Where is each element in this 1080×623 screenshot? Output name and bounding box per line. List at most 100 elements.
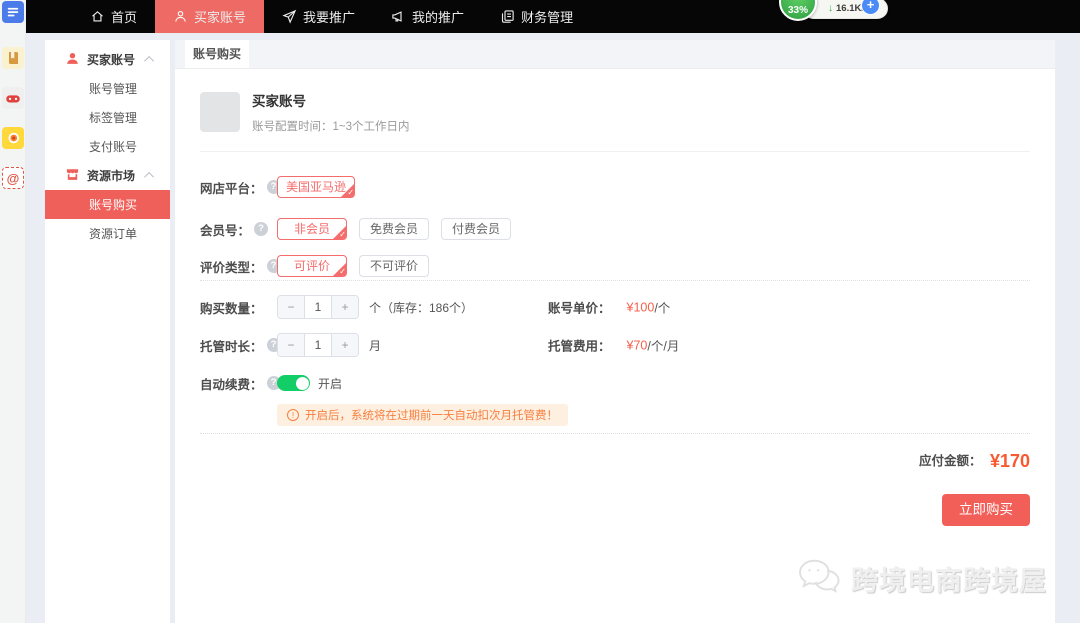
gamepad-icon[interactable]: [2, 87, 24, 109]
review-label-wrap: 评价类型： ?: [200, 257, 277, 276]
sidebar-group-buyer-account[interactable]: 买家账号: [45, 45, 170, 74]
membership-row: 会员号： ? 非会员 ✓ 免费会员 付费会员: [200, 218, 1030, 240]
duration-plus-button[interactable]: +: [332, 334, 358, 356]
hosting-fee-label: 托管费用：: [548, 336, 611, 355]
platform-label-wrap: 网店平台： ?: [200, 178, 277, 197]
nav-item-label: 我要推广: [303, 7, 355, 26]
tab-account-purchase[interactable]: 账号购买: [185, 40, 249, 68]
unit-price-value: ¥100: [627, 300, 655, 314]
sidebar-item-account-purchase[interactable]: 账号购买: [45, 190, 170, 219]
product-subtitle: 账号配置时间：1~3个工作日内: [252, 118, 410, 134]
watermark-text: 跨境电商跨境屋: [851, 559, 1047, 598]
wechat-bubbles-icon: [795, 556, 845, 601]
duration-minus-button[interactable]: −: [278, 334, 304, 356]
nav-item-promote[interactable]: 我要推广: [264, 0, 373, 33]
quantity-minus-button[interactable]: −: [278, 296, 304, 318]
tab-bar: 账号购买: [175, 40, 1055, 69]
option-paid-member[interactable]: 付费会员: [441, 218, 511, 240]
nav-item-finance[interactable]: 财务管理: [482, 0, 591, 33]
sidebar-item-label: 支付账号: [89, 138, 137, 155]
option-label: 免费会员: [370, 222, 418, 236]
auto-renew-toggle[interactable]: [277, 375, 310, 391]
quantity-stepper: − 1 +: [277, 295, 359, 319]
product-image-placeholder: [200, 92, 240, 132]
option-label: 不可评价: [370, 259, 418, 273]
nav-item-home[interactable]: 首页: [72, 0, 155, 33]
membership-label-wrap: 会员号： ?: [200, 220, 277, 239]
speed-monitor-widget: ↓ 16.1K/s 33% +: [783, 0, 903, 26]
membership-label: 会员号：: [200, 220, 250, 239]
help-icon[interactable]: ?: [254, 222, 268, 236]
nav-item-label: 财务管理: [521, 7, 573, 26]
unit-price-block: 账号单价： ¥100 /个: [548, 298, 670, 317]
toggle-knob: [296, 377, 309, 390]
at-icon[interactable]: @: [2, 167, 24, 189]
auto-renew-label-wrap: 自动续费： ?: [200, 374, 277, 393]
download-arrow-icon: ↓: [828, 3, 833, 14]
duration-stepper: − 1 +: [277, 333, 359, 357]
payment-summary: 应付金额： ¥170: [200, 434, 1030, 472]
option-non-member[interactable]: 非会员 ✓: [277, 218, 347, 240]
quantity-label-wrap: 购买数量：: [200, 298, 277, 317]
auto-renew-label: 自动续费：: [200, 374, 263, 393]
shop-icon: [65, 167, 80, 185]
platform-row: 网店平台： ? 美国亚马逊 ✓: [200, 176, 1030, 198]
watermark: 跨境电商跨境屋: [795, 556, 1047, 601]
quantity-plus-button[interactable]: +: [332, 296, 358, 318]
user-icon: [65, 51, 80, 69]
purchase-form: 网店平台： ? 美国亚马逊 ✓ 会员号： ? 非会员 ✓: [175, 152, 1055, 526]
nav-item-label: 首页: [111, 7, 137, 26]
megaphone-icon: [391, 9, 406, 24]
option-label: 付费会员: [452, 222, 500, 236]
check-icon: ✓: [339, 228, 346, 240]
sidebar-item-account-management[interactable]: 账号管理: [45, 74, 170, 103]
sidebar-item-tag-management[interactable]: 标签管理: [45, 103, 170, 132]
review-label: 评价类型：: [200, 257, 263, 276]
amount-due-value: ¥170: [990, 451, 1030, 471]
page: @ 首页 买家账号 我要推广 我的推广 财务管理 ↓ 16.1K/s: [0, 0, 1080, 623]
book-icon[interactable]: [2, 47, 24, 69]
duration-input[interactable]: 1: [304, 334, 332, 356]
chevron-up-icon: [144, 172, 154, 182]
sidebar-item-label: 账号购买: [89, 196, 137, 213]
option-label: 非会员: [294, 222, 330, 236]
nav-item-label: 买家账号: [194, 7, 246, 26]
duration-label: 托管时长：: [200, 336, 263, 355]
sidebar-item-resource-orders[interactable]: 资源订单: [45, 219, 170, 248]
hosting-fee-value: ¥70: [627, 338, 648, 352]
check-icon: ✓: [347, 186, 354, 198]
sidebar-group-label: 买家账号: [87, 51, 135, 68]
percent-value: 33%: [781, 5, 815, 16]
sidebar-item-label: 账号管理: [89, 80, 137, 97]
quantity-label: 购买数量：: [200, 298, 263, 317]
sidebar-item-payment-account[interactable]: 支付账号: [45, 132, 170, 161]
nav-item-label: 我的推广: [412, 7, 464, 26]
unit-price-label: 账号单价：: [548, 298, 611, 317]
duration-suffix: 月: [369, 337, 381, 354]
list-icon[interactable]: [2, 1, 24, 23]
platform-label: 网店平台：: [200, 178, 263, 197]
auto-renew-row: 自动续费： ? 开启: [200, 372, 1030, 394]
weibo-icon[interactable]: [2, 127, 24, 149]
review-type-row: 评价类型： ? 可评价 ✓ 不可评价: [200, 255, 1030, 277]
nav-item-my-promotion[interactable]: 我的推广: [373, 0, 482, 33]
buy-now-button[interactable]: 立即购买: [942, 494, 1030, 526]
option-free-member[interactable]: 免费会员: [359, 218, 429, 240]
quantity-row: 购买数量： − 1 + 个（库存：186个） 账号单价： ¥100 /个: [200, 295, 1030, 319]
user-icon: [173, 9, 188, 24]
sidebar: 买家账号 账号管理 标签管理 支付账号 资源市场 账号购买 资源订单: [45, 40, 170, 623]
option-not-reviewable[interactable]: 不可评价: [359, 255, 429, 277]
unit-price-unit: /个: [654, 298, 670, 317]
option-us-amazon[interactable]: 美国亚马逊 ✓: [277, 176, 355, 198]
product-info: 买家账号 账号配置时间：1~3个工作日内: [252, 90, 410, 134]
quantity-input[interactable]: 1: [304, 296, 332, 318]
amount-due-label: 应付金额：: [919, 454, 982, 468]
option-reviewable[interactable]: 可评价 ✓: [277, 255, 347, 277]
sidebar-group-label: 资源市场: [87, 167, 135, 184]
nav-item-buyer-account[interactable]: 买家账号: [155, 0, 264, 33]
option-label: 美国亚马逊: [286, 180, 346, 194]
paper-plane-icon: [282, 9, 297, 24]
home-icon: [90, 9, 105, 24]
warning-text: 开启后，系统将在过期前一天自动扣次月托管费！: [305, 407, 558, 423]
sidebar-group-resource-market[interactable]: 资源市场: [45, 161, 170, 190]
